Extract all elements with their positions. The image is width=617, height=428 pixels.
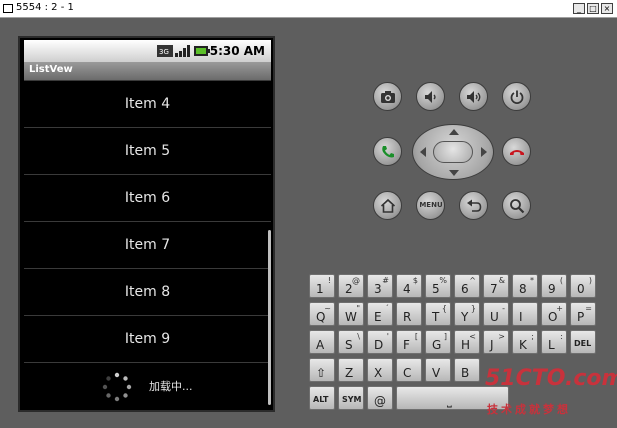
key-h[interactable]: H <	[454, 330, 480, 354]
status-time: 5:30 AM	[209, 44, 265, 58]
key-3[interactable]: 3 #	[367, 274, 393, 298]
key-v[interactable]: V	[425, 358, 451, 382]
key-t[interactable]: T{	[425, 302, 451, 326]
network-3g-icon: 3G	[157, 45, 173, 57]
back-icon	[467, 199, 482, 212]
list-item[interactable]: Item 8	[24, 269, 271, 316]
watermark-subtitle: 技术成就梦想	[487, 403, 571, 416]
key-q[interactable]: Q ~	[309, 302, 335, 326]
key-shift[interactable]: ⇧	[309, 358, 335, 382]
loading-text: 加载中...	[149, 380, 193, 393]
camera-icon	[381, 91, 395, 103]
call-button[interactable]	[373, 137, 402, 166]
key-u[interactable]: U-	[483, 302, 509, 326]
key-at[interactable]: @	[367, 386, 393, 410]
list-view[interactable]: Item 4 Item 5 Item 6 Item 7 Item 8 Item …	[24, 80, 271, 410]
key-y[interactable]: Y}	[454, 302, 480, 326]
key-d[interactable]: D '	[367, 330, 393, 354]
end-call-icon	[510, 150, 524, 155]
dpad[interactable]	[412, 124, 494, 180]
key-e[interactable]: E ´	[367, 302, 393, 326]
dpad-down-icon[interactable]	[449, 170, 459, 176]
menu-button[interactable]: MENU	[416, 191, 445, 220]
emulator-body: 3G 5:30 AM ListVew Item 4 Item 5 Item 6 …	[0, 18, 617, 428]
key-b[interactable]: B	[454, 358, 480, 382]
svg-text:3G: 3G	[159, 48, 169, 56]
app-title: ListVew	[29, 64, 73, 75]
list-scrollbar[interactable]	[268, 230, 271, 405]
key-j[interactable]: J >	[483, 330, 509, 354]
dpad-up-icon[interactable]	[449, 129, 459, 135]
loading-spinner-icon	[102, 372, 132, 402]
watermark-logo: 51CTO.com	[485, 366, 617, 391]
power-button[interactable]	[502, 82, 531, 111]
back-button[interactable]	[459, 191, 488, 220]
key-z[interactable]: Z	[338, 358, 364, 382]
key-8[interactable]: 8 *	[512, 274, 538, 298]
key-x[interactable]: X	[367, 358, 393, 382]
key-5[interactable]: 5%	[425, 274, 451, 298]
key-w[interactable]: W "	[338, 302, 364, 326]
key-g[interactable]: G]	[425, 330, 451, 354]
search-button[interactable]	[502, 191, 531, 220]
window-title: 5554 : 2 - 1	[16, 2, 74, 13]
volume-down-icon	[425, 91, 436, 103]
key-2[interactable]: 2 @	[338, 274, 364, 298]
window-titlebar: 5554 : 2 - 1 _ □ ×	[0, 0, 617, 18]
key-4[interactable]: 4 $	[396, 274, 422, 298]
key-k[interactable]: K;	[512, 330, 538, 354]
list-item[interactable]: Item 9	[24, 316, 271, 363]
list-item[interactable]: Item 7	[24, 222, 271, 269]
menu-label: MENU	[419, 201, 443, 209]
status-bar: 3G 5:30 AM	[24, 40, 271, 62]
home-icon	[380, 198, 396, 213]
key-c[interactable]: C	[396, 358, 422, 382]
list-item[interactable]: Item 5	[24, 128, 271, 175]
hardware-keyboard: 1! 2 @ 3 # 4 $ 5% 6 ^ 7 & 8 * 9( 0) Q ~ W " E ´ R…	[309, 274, 597, 416]
camera-button[interactable]	[373, 82, 402, 111]
key-f[interactable]: F[	[396, 330, 422, 354]
loading-footer: 加载中...	[24, 362, 271, 410]
app-title-bar: ListVew	[24, 62, 271, 80]
maximize-button[interactable]: □	[587, 3, 599, 14]
key-9[interactable]: 9(	[541, 274, 567, 298]
key-del[interactable]: DEL	[570, 330, 596, 354]
dpad-right-icon[interactable]	[481, 147, 487, 157]
dpad-left-icon[interactable]	[420, 147, 426, 157]
key-l[interactable]: L:	[541, 330, 567, 354]
key-6[interactable]: 6 ^	[454, 274, 480, 298]
search-icon	[510, 199, 525, 214]
list-item[interactable]: Item 6	[24, 175, 271, 222]
key-0[interactable]: 0)	[570, 274, 596, 298]
power-icon	[510, 90, 524, 104]
battery-icon	[194, 46, 210, 56]
key-r[interactable]: R	[396, 302, 422, 326]
key-alt[interactable]: ALT	[309, 386, 335, 410]
end-call-button[interactable]	[502, 137, 531, 166]
list-item[interactable]: Item 4	[24, 81, 271, 128]
volume-down-button[interactable]	[416, 82, 445, 111]
key-o[interactable]: O +	[541, 302, 567, 326]
key-7[interactable]: 7 &	[483, 274, 509, 298]
close-button[interactable]: ×	[601, 3, 613, 14]
signal-strength-icon	[175, 45, 190, 57]
minimize-button[interactable]: _	[573, 3, 585, 14]
key-p[interactable]: P =	[570, 302, 596, 326]
app-window-icon	[3, 4, 13, 13]
key-1[interactable]: 1!	[309, 274, 335, 298]
dpad-center-button[interactable]	[433, 141, 473, 163]
volume-up-icon	[467, 91, 481, 103]
key-sym[interactable]: SYM	[338, 386, 364, 410]
volume-up-button[interactable]	[459, 82, 488, 111]
key-i[interactable]: I	[512, 302, 538, 326]
key-s[interactable]: S \	[338, 330, 364, 354]
home-button[interactable]	[373, 191, 402, 220]
device-screen: 3G 5:30 AM ListVew Item 4 Item 5 Item 6 …	[18, 36, 275, 412]
key-a[interactable]: A	[309, 330, 335, 354]
call-icon	[382, 146, 394, 158]
